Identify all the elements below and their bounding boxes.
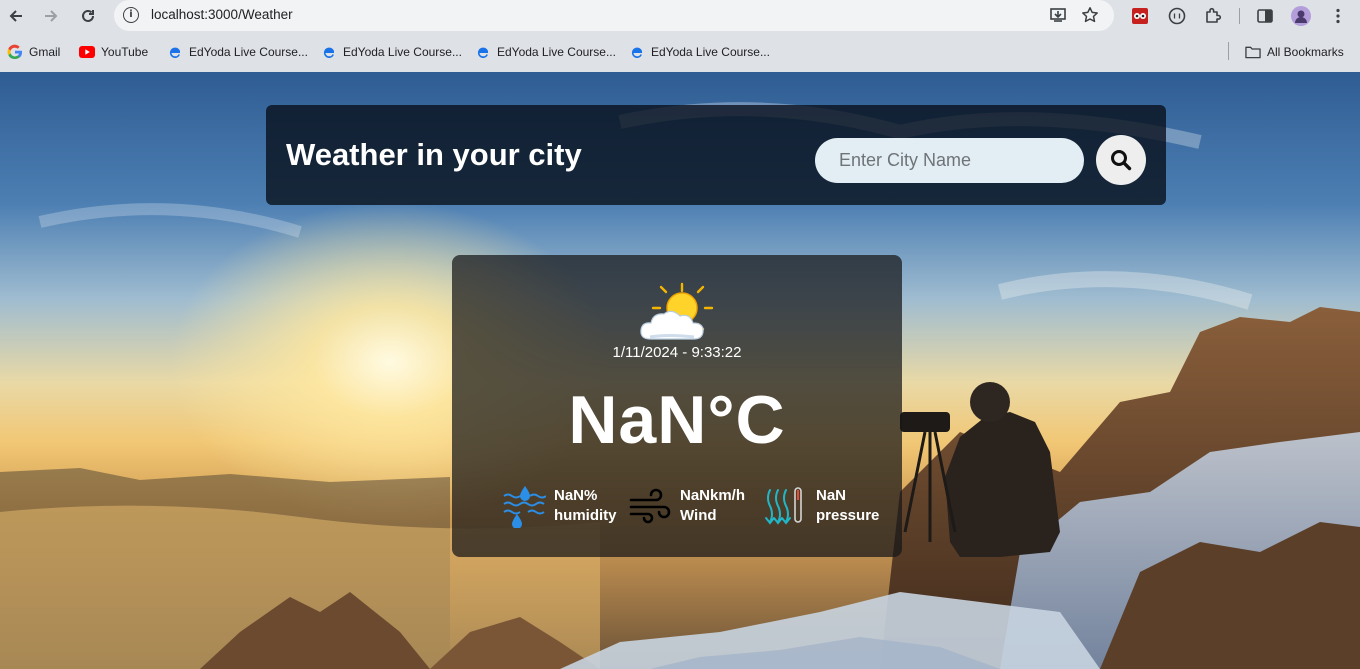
- all-bookmarks-label: All Bookmarks: [1267, 45, 1344, 59]
- bookmark-edyoda-2[interactable]: EdYoda Live Course...: [321, 43, 462, 61]
- date-time: 1/11/2024 - 9:33:22: [612, 344, 742, 361]
- city-search-input[interactable]: [815, 138, 1084, 183]
- reload-icon[interactable]: [75, 3, 101, 29]
- bookmark-label: Gmail: [29, 45, 61, 59]
- address-url[interactable]: localhost:3000/Weather: [151, 7, 293, 22]
- browser-menu-icon[interactable]: [1327, 5, 1349, 27]
- back-icon[interactable]: [3, 3, 29, 29]
- site-info-icon[interactable]: i: [123, 7, 139, 23]
- bookmark-label: EdYoda Live Course...: [651, 45, 770, 59]
- wind-label: Wind: [680, 507, 717, 524]
- pressure-label: pressure: [816, 507, 880, 524]
- search-icon: [1110, 149, 1132, 171]
- wind-stat: NaNkm/h Wind: [628, 484, 745, 528]
- edyoda-icon: [167, 44, 183, 60]
- sun-behind-cloud-icon: [638, 282, 714, 342]
- humidity-value: NaN%: [554, 487, 598, 504]
- side-panel-icon[interactable]: [1254, 5, 1276, 27]
- bookmark-label: EdYoda Live Course...: [343, 45, 462, 59]
- address-bar[interactable]: i localhost:3000/Weather: [114, 0, 1114, 31]
- wind-icon: [628, 484, 672, 528]
- bookmark-gmail[interactable]: Gmail: [7, 43, 60, 61]
- gmail-icon: [7, 44, 23, 60]
- humidity-icon: [502, 484, 546, 528]
- bookmark-star-icon[interactable]: [1080, 5, 1100, 25]
- edyoda-icon: [321, 44, 337, 60]
- extension-circle-icon[interactable]: [1166, 5, 1188, 27]
- all-bookmarks[interactable]: All Bookmarks: [1245, 43, 1344, 61]
- folder-icon: [1245, 44, 1261, 60]
- profile-avatar-icon[interactable]: [1290, 5, 1312, 27]
- bookmark-label: EdYoda Live Course...: [189, 45, 308, 59]
- bookmark-edyoda-4[interactable]: EdYoda Live Course...: [629, 43, 770, 61]
- weather-card: 1/11/2024 - 9:33:22 NaN°C NaN% humidity: [452, 255, 902, 557]
- humidity-stat: NaN% humidity: [502, 484, 617, 528]
- edyoda-icon: [475, 44, 491, 60]
- bookmarks-bar: Gmail YouTube EdYoda Live Course... EdYo…: [0, 32, 1360, 72]
- page-title: Weather in your city: [286, 137, 582, 172]
- temperature: NaN°C: [568, 382, 786, 458]
- wind-value: NaNkm/h: [680, 487, 746, 504]
- extension-red-icon[interactable]: [1129, 5, 1151, 27]
- page-background: Weather in your city 1/11/2024 - 9:33:22…: [0, 72, 1360, 669]
- pressure-value: NaN: [816, 487, 847, 504]
- forward-icon[interactable]: [38, 3, 64, 29]
- extensions-puzzle-icon[interactable]: [1202, 5, 1224, 27]
- install-app-icon[interactable]: [1048, 5, 1068, 25]
- search-button[interactable]: [1096, 135, 1146, 185]
- header-card: Weather in your city: [266, 105, 1166, 205]
- bookmark-label: EdYoda Live Course...: [497, 45, 616, 59]
- bookmark-edyoda-1[interactable]: EdYoda Live Course...: [167, 43, 308, 61]
- bookmark-label: YouTube: [101, 45, 149, 59]
- bookmark-youtube[interactable]: YouTube: [79, 43, 148, 61]
- bookmark-edyoda-3[interactable]: EdYoda Live Course...: [475, 43, 616, 61]
- humidity-label: humidity: [554, 507, 617, 524]
- youtube-icon: [79, 44, 95, 60]
- bookmarks-divider: [1228, 42, 1229, 60]
- edyoda-icon: [629, 44, 645, 60]
- pressure-stat: NaN pressure: [764, 484, 879, 528]
- toolbar-divider: [1239, 8, 1240, 24]
- pressure-icon: [764, 484, 808, 528]
- browser-toolbar: i localhost:3000/Weather: [0, 0, 1360, 32]
